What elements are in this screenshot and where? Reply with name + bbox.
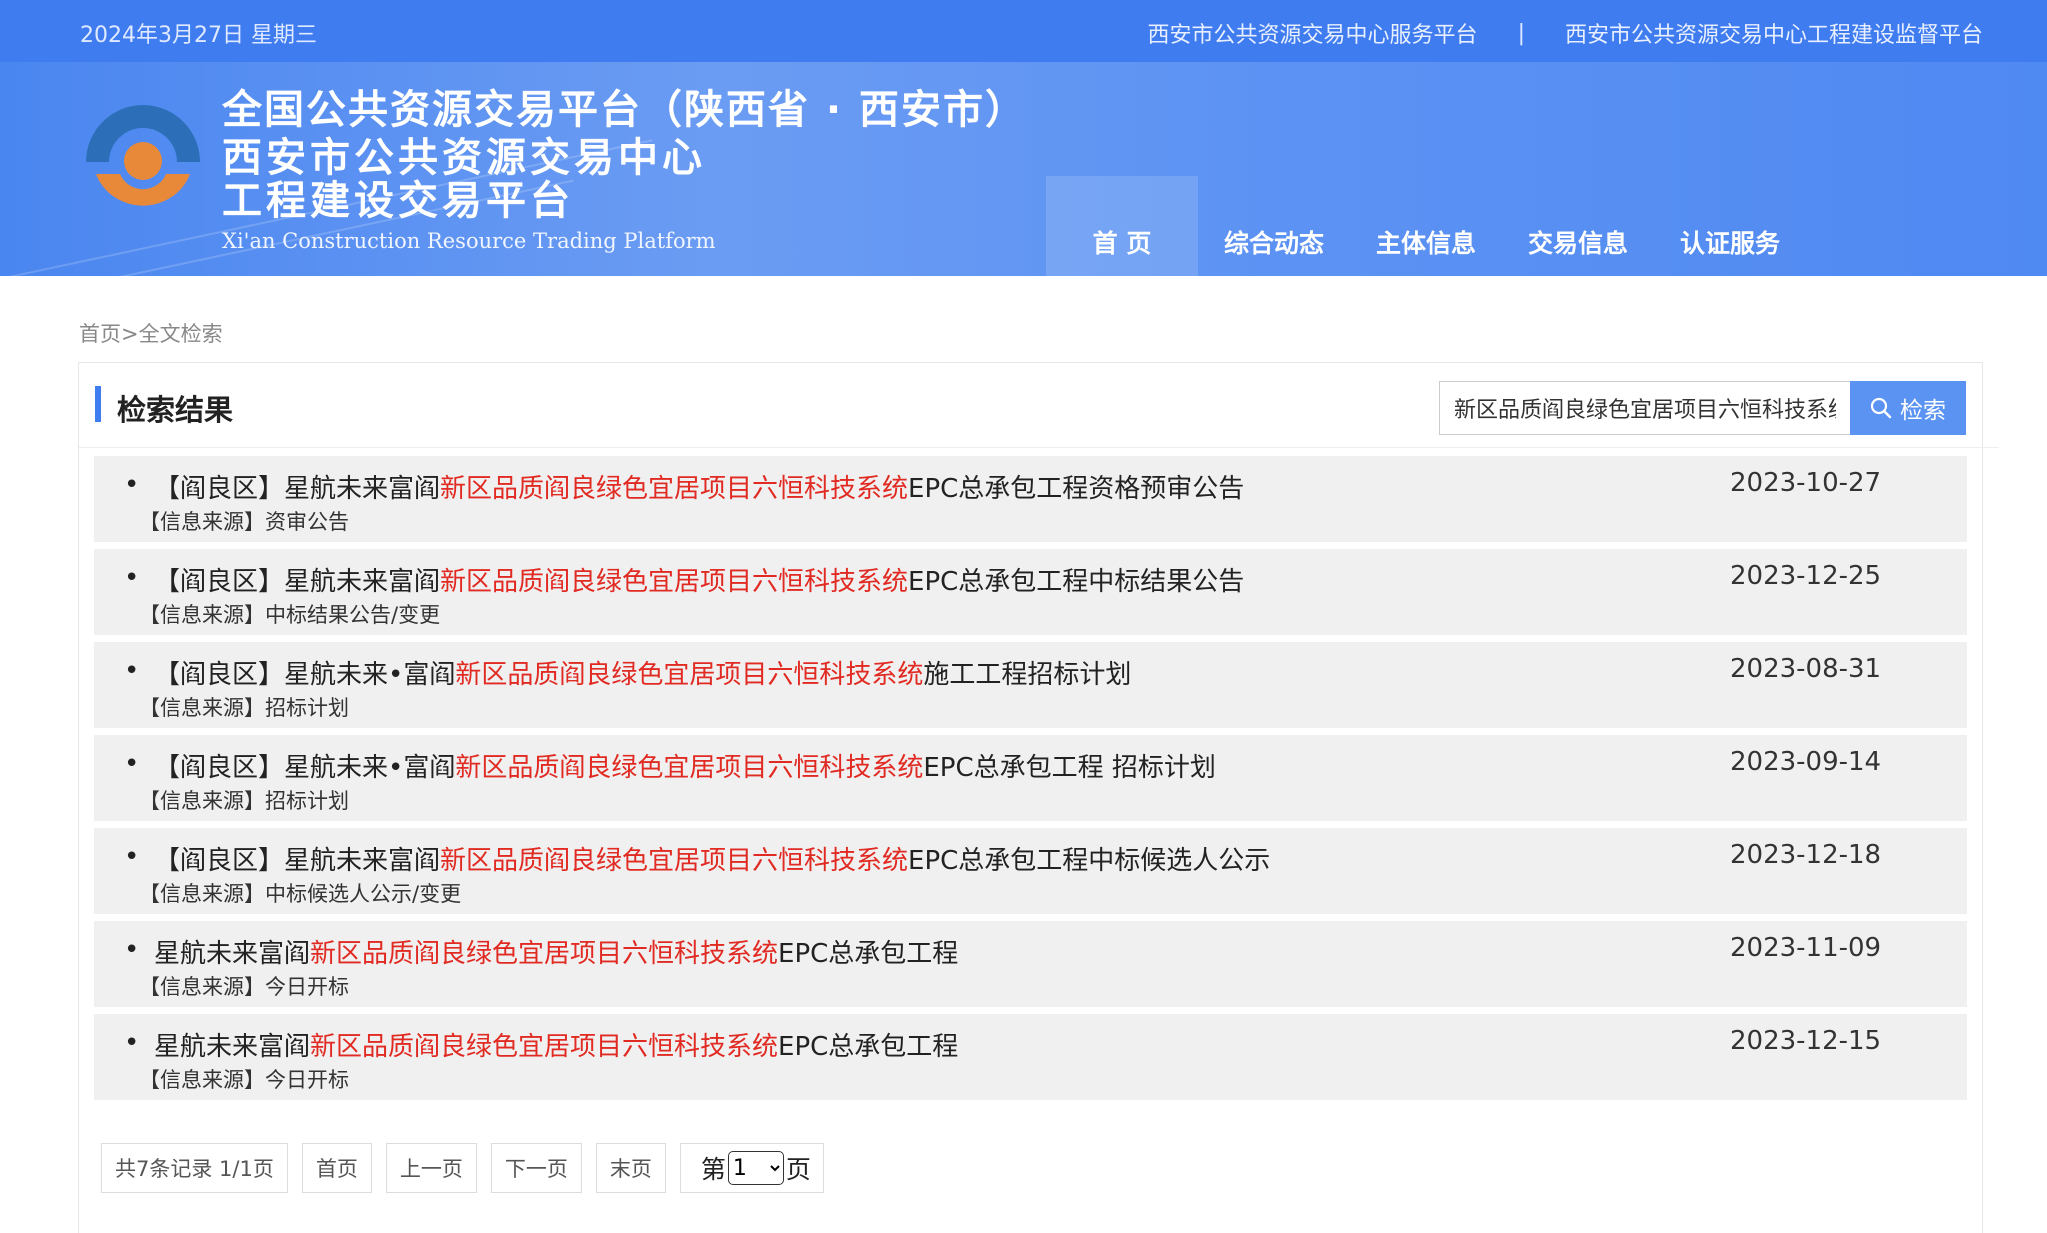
result-row[interactable]: • 【阎良区】星航未来富阎新区品质阎良绿色宜居项目六恒科技系统EPC总承包工程资… [94,456,1967,542]
result-row[interactable]: • 【阎良区】星航未来富阎新区品质阎良绿色宜居项目六恒科技系统EPC总承包工程中… [94,828,1967,914]
title-english: Xi'an Construction Resource Trading Plat… [222,229,716,253]
title-accent-bar [95,386,101,422]
search-button-label: 检索 [1900,398,1946,424]
nav-certification[interactable]: 认证服务 [1654,176,1806,276]
site-title: 全国公共资源交易平台（陕西省 · 西安市） 西安市公共资源交易中心 工程建设交易… [222,84,1027,258]
bullet-icon: • [124,842,140,872]
next-page-button[interactable]: 下一页 [490,1143,582,1193]
result-date: 2023-12-18 [1730,840,1882,870]
result-source: 【信息来源】中标结果公告/变更 [139,603,441,627]
keyword-highlight: 新区品质阎良绿色宜居项目六恒科技系统 [310,939,779,969]
service-platform-link[interactable]: 西安市公共资源交易中心服务平台 [1148,17,1478,49]
result-row[interactable]: • 【阎良区】星航未来•富阎新区品质阎良绿色宜居项目六恒科技系统EPC总承包工程… [94,735,1967,821]
bullet-icon: • [124,1028,140,1058]
search-box: 检索 [1439,381,1966,435]
page-jump-suffix: 页 [785,1155,811,1184]
main-nav: 首 页 综合动态 主体信息 交易信息 认证服务 [1046,176,1806,276]
bullet-icon: • [124,563,140,593]
result-title[interactable]: 【阎良区】星航未来•富阎新区品质阎良绿色宜居项目六恒科技系统EPC总承包工程 招… [154,747,1216,784]
nav-entity-info[interactable]: 主体信息 [1350,176,1502,276]
result-source: 【信息来源】资审公告 [139,510,349,534]
nav-news[interactable]: 综合动态 [1198,176,1350,276]
link-separator: | [1517,20,1525,46]
result-date: 2023-10-27 [1730,468,1882,498]
result-title[interactable]: 【阎良区】星航未来富阎新区品质阎良绿色宜居项目六恒科技系统EPC总承包工程中标结… [154,561,1244,598]
title-line-platform: 工程建设交易平台 [222,178,574,224]
last-page-button[interactable]: 末页 [595,1143,666,1193]
bullet-icon: • [124,749,140,779]
page-jump-prefix: 第 [700,1155,726,1184]
search-input[interactable] [1439,381,1850,435]
search-icon [1870,397,1892,419]
page-select[interactable]: 1 [727,1151,784,1185]
result-date: 2023-12-15 [1730,1026,1882,1056]
results-list: • 【阎良区】星航未来富阎新区品质阎良绿色宜居项目六恒科技系统EPC总承包工程资… [94,456,1967,1107]
page-jump: 第 1 页 [679,1143,824,1193]
panel-header: 检索结果 检索 [79,363,1999,448]
pagination: 共7条记录 1/1页 首页 上一页 下一页 末页 第 1 页 [101,1143,824,1193]
site-header: 全国公共资源交易平台（陕西省 · 西安市） 西安市公共资源交易中心 工程建设交易… [0,62,2047,276]
top-utility-bar: 2024年3月27日 星期三 西安市公共资源交易中心服务平台 | 西安市公共资源… [0,0,2047,62]
keyword-highlight: 新区品质阎良绿色宜居项目六恒科技系统 [310,1032,779,1062]
title-line-center: 西安市公共资源交易中心 [222,135,706,181]
bullet-icon: • [124,470,140,500]
result-date: 2023-09-14 [1730,747,1882,777]
search-results-panel: 检索结果 检索 • 【阎良区】星航未来富阎新区品质阎良绿色宜居项目六恒科技系统E… [78,362,1999,1233]
site-logo-icon[interactable] [78,90,208,220]
breadcrumb: 首页>全文检索 [79,318,223,348]
result-title[interactable]: 星航未来富阎新区品质阎良绿色宜居项目六恒科技系统EPC总承包工程 [154,933,958,970]
result-row[interactable]: • 【阎良区】星航未来富阎新区品质阎良绿色宜居项目六恒科技系统EPC总承包工程中… [94,549,1967,635]
keyword-highlight: 新区品质阎良绿色宜居项目六恒科技系统 [455,753,924,783]
result-title[interactable]: 【阎良区】星航未来•富阎新区品质阎良绿色宜居项目六恒科技系统施工工程招标计划 [154,654,1131,691]
prev-page-button[interactable]: 上一页 [385,1143,477,1193]
result-title[interactable]: 星航未来富阎新区品质阎良绿色宜居项目六恒科技系统EPC总承包工程 [154,1026,958,1063]
result-title[interactable]: 【阎良区】星航未来富阎新区品质阎良绿色宜居项目六恒科技系统EPC总承包工程中标候… [154,840,1270,877]
nav-trade-info[interactable]: 交易信息 [1502,176,1654,276]
breadcrumb-separator: > [121,322,139,346]
result-date: 2023-11-09 [1730,933,1882,963]
title-line-national: 全国公共资源交易平台（陕西省 · 西安市） [222,87,1028,133]
result-source: 【信息来源】招标计划 [139,696,349,720]
bullet-icon: • [124,935,140,965]
breadcrumb-home[interactable]: 首页 [79,322,121,346]
keyword-highlight: 新区品质阎良绿色宜居项目六恒科技系统 [440,846,909,876]
keyword-highlight: 新区品质阎良绿色宜居项目六恒科技系统 [440,474,909,504]
result-row[interactable]: • 【阎良区】星航未来•富阎新区品质阎良绿色宜居项目六恒科技系统施工工程招标计划… [94,642,1967,728]
result-source: 【信息来源】今日开标 [139,1068,349,1092]
keyword-highlight: 新区品质阎良绿色宜居项目六恒科技系统 [455,660,924,690]
search-button[interactable]: 检索 [1850,381,1966,435]
breadcrumb-current: 全文检索 [138,322,223,346]
bullet-icon: • [124,656,140,686]
record-count: 共7条记录 1/1页 [101,1143,288,1193]
current-date: 2024年3月27日 星期三 [80,23,317,48]
result-date: 2023-12-25 [1730,561,1882,591]
result-row[interactable]: • 星航未来富阎新区品质阎良绿色宜居项目六恒科技系统EPC总承包工程 【信息来源… [94,1014,1967,1100]
supervision-platform-link[interactable]: 西安市公共资源交易中心工程建设监督平台 [1565,17,1983,49]
top-links: 西安市公共资源交易中心服务平台 | 西安市公共资源交易中心工程建设监督平台 [1148,17,1983,49]
nav-home[interactable]: 首 页 [1046,176,1198,276]
result-source: 【信息来源】中标候选人公示/变更 [139,882,462,906]
result-source: 【信息来源】招标计划 [139,789,349,813]
result-source: 【信息来源】今日开标 [139,975,349,999]
first-page-button[interactable]: 首页 [301,1143,372,1193]
panel-title: 检索结果 [117,393,234,427]
result-row[interactable]: • 星航未来富阎新区品质阎良绿色宜居项目六恒科技系统EPC总承包工程 【信息来源… [94,921,1967,1007]
result-title[interactable]: 【阎良区】星航未来富阎新区品质阎良绿色宜居项目六恒科技系统EPC总承包工程资格预… [154,468,1244,505]
keyword-highlight: 新区品质阎良绿色宜居项目六恒科技系统 [440,567,909,597]
result-date: 2023-08-31 [1730,654,1882,684]
